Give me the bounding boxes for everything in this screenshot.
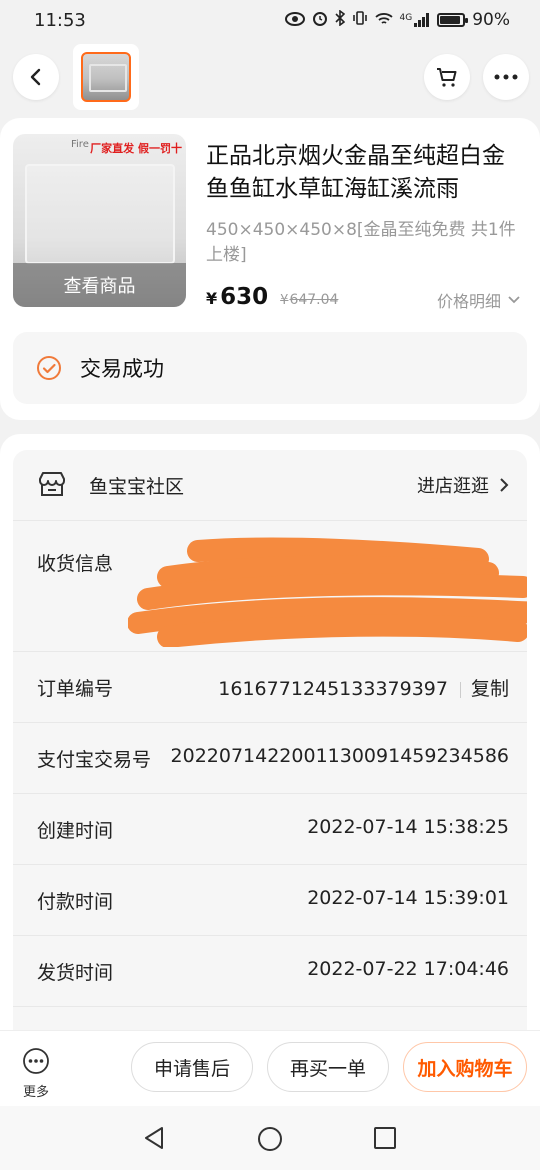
check-circle-icon [37,356,61,380]
store-icon [39,472,65,496]
signal-icon: 4G [400,13,431,27]
more-actions-button[interactable]: 更多 [18,1047,54,1100]
shipped-time-label: 发货时间 [37,962,114,984]
redaction-scribble [128,537,527,647]
enter-shop-label: 进店逛逛 [417,476,489,497]
shop-name: 鱼宝宝社区 [89,476,185,498]
eye-icon [284,11,305,30]
add-to-cart-button[interactable]: 加入购物车 [403,1042,527,1092]
bluetooth-icon [334,9,345,30]
created-time-value: 2022-07-14 15:38:25 [307,816,509,838]
more-options-button[interactable] [483,54,529,100]
product-thumbnail[interactable] [73,44,139,110]
price-detail-label: 价格明细 [437,292,502,311]
aquarium-image [25,164,175,264]
price-currency: ¥ [206,289,218,308]
rebuy-button[interactable]: 再买一单 [267,1042,389,1092]
order-number-label: 订单编号 [37,678,114,700]
back-button[interactable] [13,54,59,100]
order-number-value: 1616771245133379397 [218,678,448,700]
order-status-box: 交易成功 [13,332,527,404]
paid-time-label: 付款时间 [37,891,114,913]
nav-recent-button[interactable] [373,1126,397,1154]
status-icons: 4G 90% [284,9,510,30]
status-bar: 11:53 4G 90% [0,0,540,40]
created-time-row: 创建时间 2022-07-14 15:38:25 [13,793,527,864]
price: 630 [220,284,269,310]
nav-home-button[interactable] [257,1126,283,1156]
image-promo-tag: 厂家直发 假一罚十 [90,142,182,155]
order-detail-screen: 11:53 4G 90% Fire 厂家直发 假一罚十 查看商品 正品北京烟火金… [0,0,540,1170]
cart-icon [437,68,457,87]
paid-time-row: 付款时间 2022-07-14 15:39:01 [13,864,527,935]
product-thumbnail-image [81,52,131,102]
copy-button[interactable]: 复制 [471,678,509,700]
chevron-right-icon [500,478,509,492]
system-nav-bar [0,1106,540,1170]
alipay-trade-no-row: 支付宝交易号 2022071422001130091459234586 [13,722,527,793]
top-header [0,44,540,112]
view-product-label[interactable]: 查看商品 [13,263,186,307]
alipay-trade-no-label: 支付宝交易号 [37,749,152,771]
receive-info-label: 收货信息 [37,553,114,575]
status-time: 11:53 [34,9,86,31]
network-type: 4G [399,13,413,23]
original-price-currency: ¥ [280,293,289,308]
order-status-text: 交易成功 [80,357,164,381]
circle-home-icon [258,1127,282,1151]
product-title[interactable]: 正品北京烟火金晶至纯超白金鱼鱼缸水草缸海缸溪流雨 [206,140,524,206]
more-label: 更多 [22,1085,49,1100]
created-time-label: 创建时间 [37,820,114,842]
shipped-time-row: 发货时间 2022-07-22 17:04:46 [13,935,527,1006]
enter-shop-link[interactable]: 进店逛逛 [417,472,509,498]
nav-back-button[interactable] [143,1126,165,1154]
more-circle-icon [23,1048,49,1074]
price-detail-link[interactable]: 价格明细 [437,288,521,312]
order-number-value-group: 1616771245133379397 复制 [218,674,509,701]
divider [459,681,461,698]
product-spec: 450×450×450×8[金晶至纯免费 共1件上楼] [206,220,516,265]
bottom-action-bar: 更多 申请售后 再买一单 加入购物车 [0,1030,540,1106]
shipped-time-value: 2022-07-22 17:04:46 [307,958,509,980]
original-price: 647.04 [289,292,339,308]
battery-level: 90% [472,10,510,30]
battery-icon [437,13,469,27]
receive-info-row: 收货信息 [13,520,527,651]
chevron-left-icon [30,68,41,86]
alipay-trade-no-value: 2022071422001130091459234586 [170,745,509,767]
triangle-back-icon [145,1127,163,1149]
after-sale-button[interactable]: 申请售后 [131,1042,253,1092]
product-image[interactable]: Fire 厂家直发 假一罚十 查看商品 [13,134,186,307]
shop-row[interactable]: 鱼宝宝社区 进店逛逛 [13,450,527,520]
chevron-down-icon [508,296,520,304]
vibrate-icon [352,10,368,30]
wifi-icon [374,11,393,30]
product-card: Fire 厂家直发 假一罚十 查看商品 正品北京烟火金晶至纯超白金鱼鱼缸水草缸海… [0,118,540,420]
order-number-row: 订单编号 1616771245133379397 复制 [13,651,527,722]
ellipsis-icon [494,74,518,80]
cart-button[interactable] [424,54,470,100]
paid-time-value: 2022-07-14 15:39:01 [307,887,509,909]
alarm-icon [312,10,328,30]
square-recent-icon [374,1127,396,1149]
